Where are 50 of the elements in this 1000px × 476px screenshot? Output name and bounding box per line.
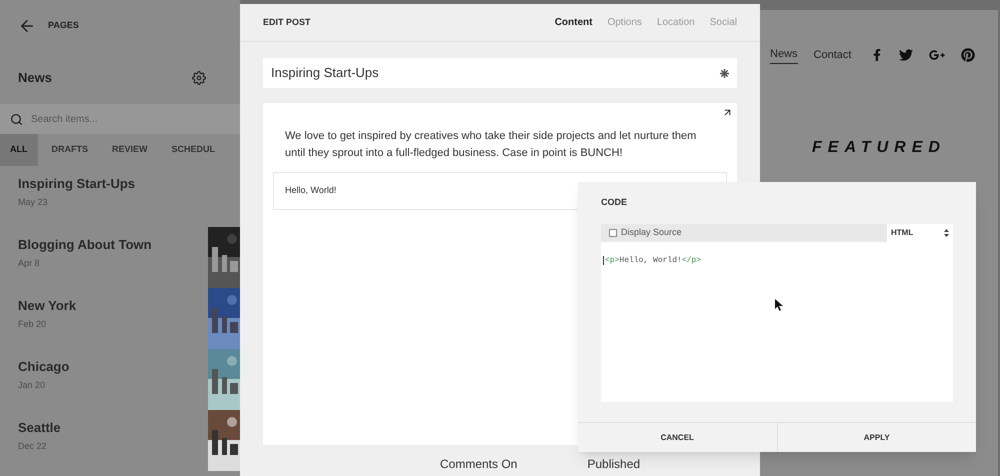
dialog-tab[interactable]: Content — [554, 15, 592, 30]
back-arrow-icon[interactable] — [18, 17, 36, 35]
post-setting-label: Published — [587, 456, 640, 473]
nav-link[interactable]: News — [770, 46, 798, 64]
post-title: Blogging About Town — [18, 236, 152, 254]
post-date: May 23 — [18, 196, 49, 209]
post-list-item[interactable]: Inspiring Start-Ups May 23 — [0, 166, 240, 227]
mouse-cursor-icon — [775, 298, 783, 310]
title-field[interactable]: Inspiring Start-Ups — [263, 58, 737, 88]
post-paragraph: We love to get inspired by creatives who take their side projects and let nurture them until they sprout into a full-fledged business. Case in point is BUNCH! — [284, 129, 698, 161]
post-date: Apr 8 — [18, 256, 41, 270]
dialog-tab[interactable]: Options — [607, 15, 642, 30]
filter-tab[interactable]: DRAFTS — [42, 134, 98, 166]
post-setting-label: Comments On — [440, 456, 518, 473]
search-bar[interactable]: Search items... — [0, 104, 240, 134]
post-list-item[interactable]: New York Feb 20 — [0, 288, 240, 349]
post-list-item[interactable]: Seattle Dec 22 — [0, 410, 240, 471]
dialog-tab[interactable]: Location — [656, 15, 695, 30]
post-list-item[interactable]: Blogging About Town Apr 8 — [0, 227, 240, 288]
post-title: Inspiring Start-Ups — [18, 175, 136, 193]
pinterest-icon[interactable] — [961, 48, 976, 62]
post-date: Feb 20 — [18, 318, 48, 330]
post-date: Jan 20 — [18, 378, 46, 392]
asterisk-icon — [720, 68, 729, 78]
expand-arrow-icon[interactable] — [722, 107, 733, 118]
filter-tab[interactable]: ALL — [0, 134, 38, 166]
code-line: <p>Hello, World!</p> — [603, 256, 702, 264]
filter-tab[interactable]: REVIEW — [102, 134, 158, 166]
dialog-tab[interactable]: Social — [710, 15, 737, 30]
dialog-title: EDIT POST — [263, 16, 311, 29]
twitter-icon[interactable] — [899, 48, 914, 62]
post-list-item[interactable]: Chicago Jan 20 — [0, 349, 240, 410]
code-dialog-title: CODE — [601, 196, 628, 209]
dialog-button[interactable]: APPLY — [776, 423, 976, 452]
checkbox-label: Display Source — [621, 226, 682, 239]
post-title: Chicago — [18, 358, 70, 376]
code-editor[interactable]: <p>Hello, World!</p> — [601, 242, 953, 402]
settings-icon[interactable] — [192, 71, 206, 85]
section-heading: FEATURED — [812, 138, 946, 158]
nav-link[interactable]: Contact — [814, 46, 852, 63]
display-source-checkbox[interactable] — [609, 228, 617, 236]
filter-tab[interactable]: SCHEDUL — [162, 134, 226, 166]
post-date: Dec 22 — [18, 440, 48, 452]
language-select[interactable]: HTML — [887, 224, 953, 242]
back-link[interactable]: PAGES — [48, 19, 79, 33]
page-title: News — [18, 69, 52, 88]
search-icon — [10, 112, 23, 126]
post-title: Seattle — [18, 419, 61, 437]
select-arrows-icon — [944, 228, 949, 236]
post-title: New York — [18, 297, 76, 315]
